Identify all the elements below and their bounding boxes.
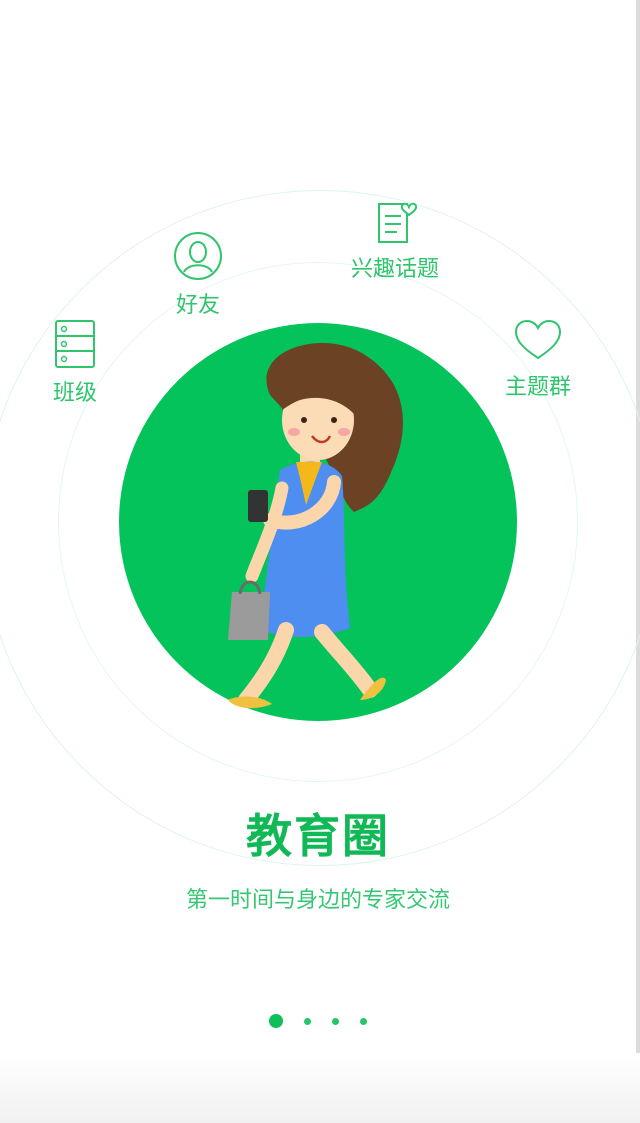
- feature-topic-label: 兴趣话题: [350, 257, 439, 282]
- feature-topic: 兴趣话题: [340, 198, 450, 282]
- feature-class-label: 班级: [52, 381, 97, 406]
- feature-group-label: 主题群: [504, 375, 571, 400]
- page-indicator: [0, 1014, 636, 1028]
- page-dot-3[interactable]: [332, 1017, 339, 1025]
- page-subtitle: 第一时间与身边的专家交流: [185, 888, 450, 913]
- feature-friend-label: 好友: [175, 293, 220, 318]
- feature-group: 主题群: [490, 318, 586, 400]
- page-dot-1[interactable]: [269, 1014, 283, 1028]
- girl-with-phone-illustration: [228, 343, 403, 709]
- heart-icon: [514, 319, 562, 360]
- feature-class: 班级: [40, 318, 110, 406]
- page-dot-2[interactable]: [304, 1017, 311, 1025]
- friend-avatar-icon: [174, 232, 222, 280]
- feature-friend: 好友: [158, 230, 238, 318]
- page-title: 教育圈: [246, 809, 390, 863]
- page-dot-4[interactable]: [360, 1017, 367, 1025]
- topic-note-heart-icon: [378, 202, 418, 243]
- class-cabinet-icon: [55, 320, 95, 368]
